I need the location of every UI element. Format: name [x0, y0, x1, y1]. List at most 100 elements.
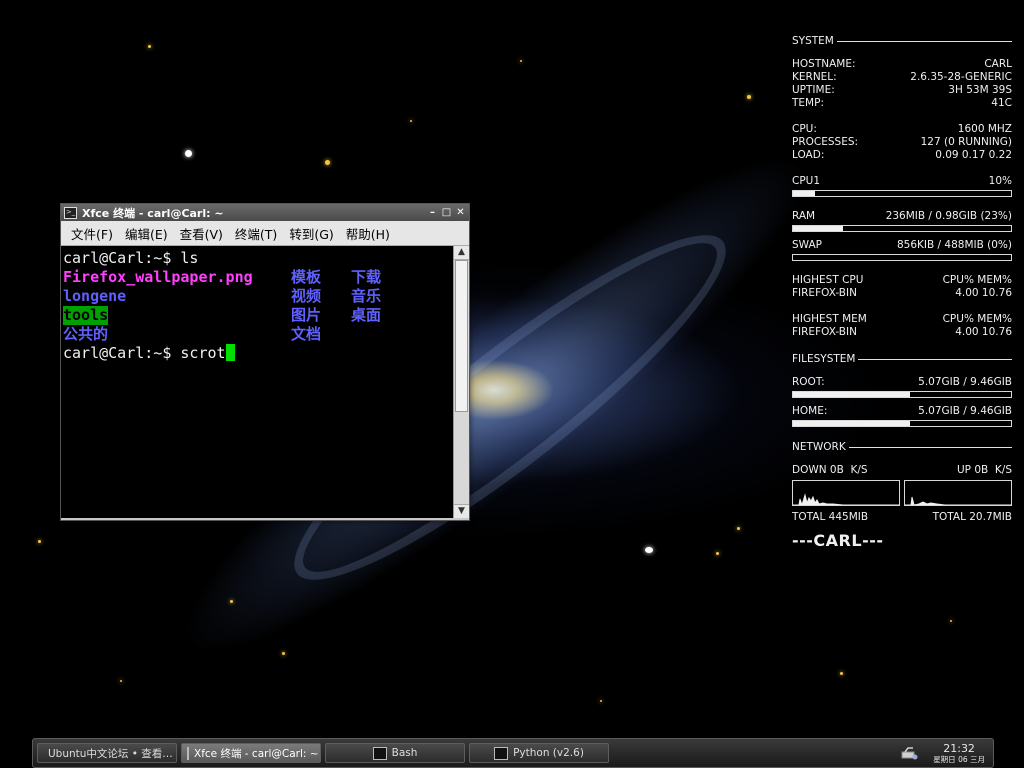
vertical-scrollbar[interactable]: ▲ ▼ — [453, 246, 469, 518]
task-label: Xfce 终端 - carl@Carl: ~ — [194, 747, 319, 760]
up-label: UP 0B — [956, 464, 989, 476]
divider — [858, 358, 1012, 360]
task-firefox[interactable]: Ubuntu中文论坛 • 查看… — [37, 743, 177, 763]
highest-cpu-process: FIREFOX-BIN — [792, 287, 857, 299]
highest-cpu-label: HIGHEST CPU — [792, 274, 864, 286]
star — [645, 547, 653, 553]
highest-cpu-process-row: FIREFOX-BIN 4.00 10.76 — [792, 287, 1012, 300]
star — [120, 680, 122, 682]
home-bar — [792, 420, 1012, 427]
terminal-window[interactable]: >_ Xfce 终端 - carl@Carl: ~ – □ ✕ 文件(F) 编辑… — [60, 203, 470, 521]
highest-cpu-columns: CPU% MEM% — [942, 274, 1012, 286]
download-graph — [792, 480, 900, 506]
scroll-up-icon[interactable]: ▲ — [454, 246, 469, 260]
processes-row: PROCESSES: 127 (0 RUNNING) — [792, 136, 1012, 149]
down-rate: DOWN 0B K/S — [792, 464, 868, 477]
cpu1-row: CPU1 10% — [792, 175, 1012, 188]
star — [600, 700, 602, 702]
temp-label: TEMP: — [792, 97, 824, 109]
down-label: DOWN 0B — [792, 464, 844, 476]
ram-value: 236MIB / 0.98GIB (23%) — [885, 210, 1012, 222]
task-bash[interactable]: Bash — [325, 743, 465, 763]
menu-terminal[interactable]: 终端(T) — [235, 224, 277, 243]
uptime-value: 3H 53M 39S — [948, 84, 1012, 96]
maximize-icon[interactable]: □ — [441, 207, 452, 218]
minimize-icon[interactable]: – — [427, 207, 438, 218]
up-rate: UP 0B K/S — [957, 464, 1012, 477]
swap-label: SWAP — [792, 239, 822, 251]
star — [185, 150, 192, 157]
terminal-icon[interactable]: >_ — [64, 206, 77, 219]
menu-edit[interactable]: 编辑(E) — [125, 224, 168, 243]
terminal-icon — [187, 746, 189, 760]
swap-bar — [792, 254, 1012, 261]
signature: ---CARL--- — [792, 531, 884, 550]
scrollbar-thumb[interactable] — [455, 260, 468, 412]
ram-label: RAM — [792, 210, 816, 222]
star — [716, 552, 719, 555]
text-cursor — [225, 344, 235, 361]
window-title: Xfce 终端 - carl@Carl: ~ — [82, 206, 224, 220]
menu-go[interactable]: 转到(G) — [289, 224, 333, 243]
menu-bar: 文件(F) 编辑(E) 查看(V) 终端(T) 转到(G) 帮助(H) — [61, 221, 469, 246]
uptime-row: UPTIME: 3H 53M 39S — [792, 84, 1012, 97]
scroll-down-icon[interactable]: ▼ — [454, 504, 469, 518]
divider — [836, 40, 1012, 42]
uptime-label: UPTIME: — [792, 84, 835, 96]
processes-value: 127 (0 RUNNING) — [920, 136, 1012, 148]
clock-date: 星期日 06 三月 — [933, 754, 985, 764]
star — [737, 527, 740, 530]
task-label: Bash — [391, 747, 418, 759]
root-bar — [792, 391, 1012, 398]
directory-entry: 图片 — [291, 306, 322, 324]
star — [410, 120, 412, 122]
kernel-label: KERNEL: — [792, 71, 837, 83]
root-bar-fill — [793, 392, 910, 397]
network-heading: NETWORK — [792, 440, 846, 453]
task-label: Ubuntu中文论坛 • 查看… — [48, 747, 173, 760]
network-tray-glyph — [901, 747, 918, 760]
processes-label: PROCESSES: — [792, 136, 859, 148]
filesystem-heading: FILESYSTEM — [792, 352, 856, 365]
total-down: TOTAL 445MIB — [792, 511, 869, 523]
window-titlebar[interactable]: >_ Xfce 终端 - carl@Carl: ~ – □ ✕ — [61, 204, 469, 221]
close-icon[interactable]: ✕ — [455, 207, 466, 218]
task-label: Python (v2.6) — [513, 747, 584, 759]
home-row: HOME: 5.07GIB / 9.46GIB — [792, 405, 1012, 418]
prompt-line: carl@Carl:~$ scrot — [63, 344, 235, 363]
task-xfce-terminal[interactable]: Xfce 终端 - carl@Carl: ~ — [181, 743, 321, 763]
home-bar-fill — [793, 421, 910, 426]
root-row: ROOT: 5.07GIB / 9.46GIB — [792, 376, 1012, 389]
cpu-label: CPU: — [792, 123, 817, 135]
total-up: TOTAL 20.7MIB — [932, 511, 1012, 523]
network-tray-icon[interactable] — [901, 746, 919, 760]
system-tray: 21:32 星期日 06 三月 — [901, 742, 985, 764]
load-row: LOAD: 0.09 0.17 0.22 — [792, 149, 1012, 162]
file-entry: Firefox_wallpaper.png — [63, 268, 253, 286]
taskbar: Ubuntu中文论坛 • 查看… Xfce 终端 - carl@Carl: ~ … — [32, 738, 994, 768]
conky-monitor: SYSTEM HOSTNAME: CARL KERNEL: 2.6.35-28-GE… — [792, 34, 1012, 550]
directory-entry: 视频 — [291, 287, 322, 305]
directory-entry: 桌面 — [351, 306, 382, 324]
terminal-output[interactable]: carl@Carl:~$ ls Firefox_wallpaper.png 模板… — [61, 246, 453, 518]
task-python[interactable]: Python (v2.6) — [469, 743, 609, 763]
star — [282, 652, 285, 655]
highest-mem-label: HIGHEST MEM — [792, 313, 867, 325]
star — [230, 600, 233, 603]
temp-row: TEMP: 41C — [792, 97, 1012, 110]
directory-entry: 公共的 — [63, 325, 109, 343]
star — [747, 95, 751, 99]
star — [38, 540, 41, 543]
clock[interactable]: 21:32 星期日 06 三月 — [933, 742, 985, 764]
kernel-value: 2.6.35-28-GENERIC — [910, 71, 1012, 83]
menu-help[interactable]: 帮助(H) — [346, 224, 390, 243]
network-rate-row: DOWN 0B K/S UP 0B K/S — [792, 464, 1012, 477]
cpu-row: CPU: 1600 MHZ — [792, 123, 1012, 136]
network-graphs — [792, 480, 1012, 506]
upload-graph-trace — [905, 496, 1011, 505]
menu-view[interactable]: 查看(V) — [180, 224, 223, 243]
swap-value: 856KIB / 488MIB (0%) — [896, 239, 1012, 251]
highest-mem-columns: CPU% MEM% — [942, 313, 1012, 325]
download-graph-trace — [793, 493, 899, 505]
menu-file[interactable]: 文件(F) — [71, 224, 113, 243]
